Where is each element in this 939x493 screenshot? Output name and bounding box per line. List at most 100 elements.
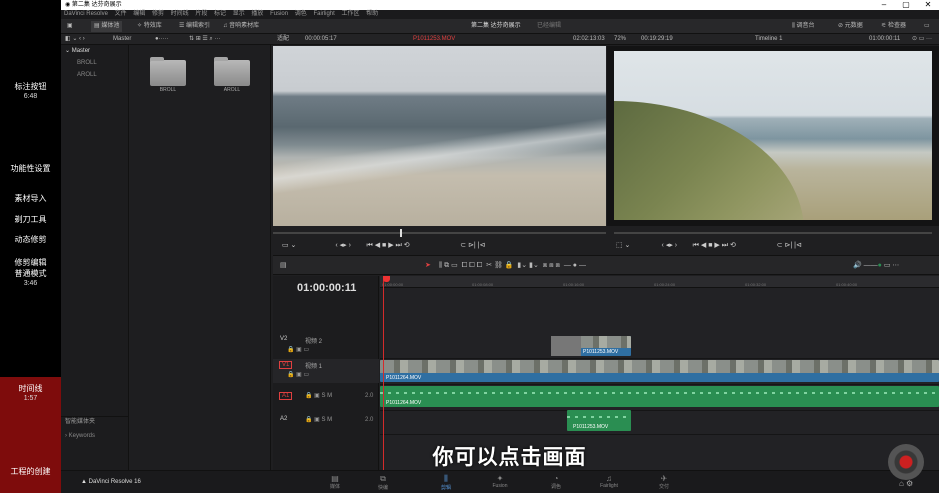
metadata-button[interactable]: ⊘ 元数据 xyxy=(838,19,863,34)
menu-item[interactable]: 文件 xyxy=(115,11,127,17)
close-button[interactable]: ✕ xyxy=(917,0,939,10)
track-controls-icons[interactable]: 🔒 ▣ ▭ xyxy=(287,371,309,378)
layout-icon[interactable]: ◧ ⌄ ‹ › xyxy=(65,34,85,45)
timeline-transport-controls[interactable]: ⬚ ⌄ ‹ ◂▸ › ⏮ ◀ ■ ▶ ⏭ ⟲ ⊂ ⊳| |⊲ xyxy=(616,241,802,250)
page-label: 媒体 xyxy=(329,484,340,490)
timeline-duration: 00:19:29:19 xyxy=(641,36,673,42)
timeline-toolbar: ▤ ➤ ⫼ ⧉ ▭ ⧠ ⧠ ⧠ ✂ ⛓ 🔒 ▮⌄ ▮⌄ ⧈ ⧈ ⧈ — ● — … xyxy=(273,255,939,275)
menu-item[interactable]: 显示 xyxy=(233,11,245,17)
menu-item[interactable]: 帮助 xyxy=(366,11,378,17)
pool-view-icons[interactable]: ⇅ ⊞ ☰ ⌕ ··· xyxy=(189,34,220,45)
page-tab-fairlight[interactable]: ♫ Fairlight xyxy=(594,474,624,489)
page-tab-fusion[interactable]: ✦ Fusion xyxy=(485,474,515,489)
source-clip-dropdown[interactable]: P1011253.MOV xyxy=(413,34,455,45)
maximize-button[interactable]: ▢ xyxy=(895,0,917,10)
video-clip-v2-thumb[interactable] xyxy=(551,336,581,356)
zoom-dropdown[interactable]: 72% xyxy=(614,34,626,45)
ruler-tick: 01:00:32:00 xyxy=(745,282,767,287)
audio-waveform xyxy=(380,392,939,394)
video-clip-v1[interactable]: P1011264.MOV xyxy=(380,360,939,382)
track-controls-icons[interactable]: 🔒 ▣ ▭ xyxy=(287,346,309,353)
menu-item[interactable]: DaVinci Resolve xyxy=(64,11,108,17)
track-divider xyxy=(380,358,939,359)
chapter-label: 普通模式 xyxy=(14,269,47,278)
folder-icon[interactable] xyxy=(214,57,250,86)
source-timecode-left: 00:00:05:17 xyxy=(305,36,337,42)
audio-clip-a2[interactable]: P1011253.MOV xyxy=(567,410,631,431)
page-tab-color[interactable]: ◔ 调色 xyxy=(541,474,571,490)
selection-tool-icon[interactable]: ➤ xyxy=(425,256,431,276)
source-scrubber-handle[interactable] xyxy=(400,229,402,237)
menu-item[interactable]: 片段 xyxy=(195,11,207,17)
track-divider xyxy=(380,410,939,411)
page-tab-cut[interactable]: ⧉ 快编 xyxy=(368,474,398,491)
edit-page-icon: ⫼ xyxy=(444,474,448,483)
chapter-item[interactable]: 动态修剪 xyxy=(0,235,61,245)
menu-item[interactable]: 调色 xyxy=(295,11,307,17)
mixer-button[interactable]: ⫼ 调音台 xyxy=(792,19,814,34)
audio-waveform xyxy=(567,416,631,418)
media-pool: BROLL AROLL xyxy=(130,45,271,470)
chapter-item[interactable]: 素材导入 xyxy=(0,194,61,204)
track-divider xyxy=(380,384,939,385)
pool-path[interactable]: Master xyxy=(113,34,131,45)
clip-name: P1011264.MOV xyxy=(386,375,422,381)
viewer-options-icon[interactable]: ⊙ ▭ ··· xyxy=(912,34,932,45)
timeline-view-icon[interactable]: ▤ xyxy=(280,256,287,276)
chapter-label: 素材导入 xyxy=(14,194,47,203)
source-transport-controls[interactable]: ▭ ⌄ ‹ ◂▸ › ⏮ ◀ ■ ▶ ⏭ ⟲ ⊂ ⊳| |⊲ xyxy=(282,241,485,250)
timeline-viewer[interactable] xyxy=(614,51,932,220)
source-viewer[interactable] xyxy=(273,46,606,226)
menu-item[interactable]: 编辑 xyxy=(133,11,145,17)
fit-dropdown[interactable]: 适配 xyxy=(277,34,289,45)
menu-item[interactable]: 标记 xyxy=(214,11,226,17)
viewer-header-bar: ◧ ⌄ ‹ › Master ●····· ⇅ ⊞ ☰ ⌕ ··· 适配 00:… xyxy=(61,34,939,45)
panel-toggle-icon[interactable]: ▭ xyxy=(924,19,930,34)
video-subtitle: 你可以点击画面 xyxy=(432,446,587,469)
minimize-button[interactable]: – xyxy=(873,0,895,10)
menu-item[interactable]: 播放 xyxy=(251,11,263,17)
track-controls-icons[interactable]: 🔒 ▣ S M xyxy=(305,416,332,423)
chapter-item-active[interactable]: 时间线 1:57 xyxy=(0,384,61,404)
folder-icon[interactable] xyxy=(150,57,186,86)
track-id[interactable]: V1 xyxy=(279,361,293,369)
monitor-icon[interactable]: ▣ xyxy=(67,19,73,34)
track-id[interactable]: A1 xyxy=(279,392,293,400)
timeline-dropdown[interactable]: Timeline 1 xyxy=(755,34,782,45)
menu-item[interactable]: 修剪 xyxy=(152,11,164,17)
chapter-item[interactable]: 普通模式 3:46 xyxy=(0,269,61,289)
track-level: 2.0 xyxy=(365,393,374,399)
smart-bins-header: 智能媒体夹 xyxy=(61,416,129,427)
menu-item[interactable]: Fusion xyxy=(270,11,288,17)
chapter-label: 动态修剪 xyxy=(14,235,47,244)
bin-master[interactable]: ⌄ Master xyxy=(61,46,129,57)
audio-level-control[interactable]: 🔊 ——● ▭ ⋯ xyxy=(853,256,899,276)
source-scrubber[interactable] xyxy=(273,232,606,234)
audio-clip-a1[interactable]: P1011264.MOV xyxy=(380,386,939,407)
bin-aroll[interactable]: AROLL xyxy=(61,70,129,81)
edit-index-button[interactable]: ☰ 编辑索引 xyxy=(179,19,210,34)
chapter-item[interactable]: 标注按钮 6:48 xyxy=(0,82,61,102)
chapter-item[interactable]: 修剪编辑 xyxy=(0,258,61,268)
page-tab-edit[interactable]: ⫼ 剪辑 xyxy=(431,474,461,491)
page-tab-deliver[interactable]: ✈ 交付 xyxy=(649,474,679,490)
media-pool-button[interactable]: ▤ 媒体池 xyxy=(91,21,123,32)
effects-button[interactable]: ✧ 特效库 xyxy=(137,19,162,34)
thumbnail-size-slider[interactable]: ●····· xyxy=(155,34,169,45)
playhead-handle-icon[interactable] xyxy=(383,276,390,282)
timeline-scrubber[interactable] xyxy=(614,232,932,234)
sound-library-button[interactable]: ♫ 音响素材库 xyxy=(223,19,259,34)
edit-tools-icons[interactable]: ⫼ ⧉ ▭ ⧠ ⧠ ⧠ ✂ ⛓ 🔒 ▮⌄ ▮⌄ ⧈ ⧈ ⧈ — ● — xyxy=(439,256,586,276)
timeline-ruler[interactable]: 01:00:00:00 01:00:08:00 01:00:16:00 01:0… xyxy=(380,276,939,288)
inspector-button[interactable]: ⚟ 检查器 xyxy=(881,19,906,34)
bin-broll[interactable]: BROLL xyxy=(61,58,129,69)
chapter-item[interactable]: 剃刀工具 xyxy=(0,215,61,225)
track-controls-icons[interactable]: 🔒 ▣ S M xyxy=(305,392,332,399)
menu-item[interactable]: Fairlight xyxy=(313,11,334,17)
menu-item[interactable]: 时间线 xyxy=(171,11,189,17)
home-settings-icons[interactable]: ⌂ ⚙ xyxy=(899,479,913,488)
bin-label: Master xyxy=(71,48,91,54)
chapter-item[interactable]: 功能性设置 xyxy=(0,164,61,174)
page-tab-media[interactable]: ▤ 媒体 xyxy=(320,474,350,490)
menu-item[interactable]: 工作区 xyxy=(341,11,359,17)
